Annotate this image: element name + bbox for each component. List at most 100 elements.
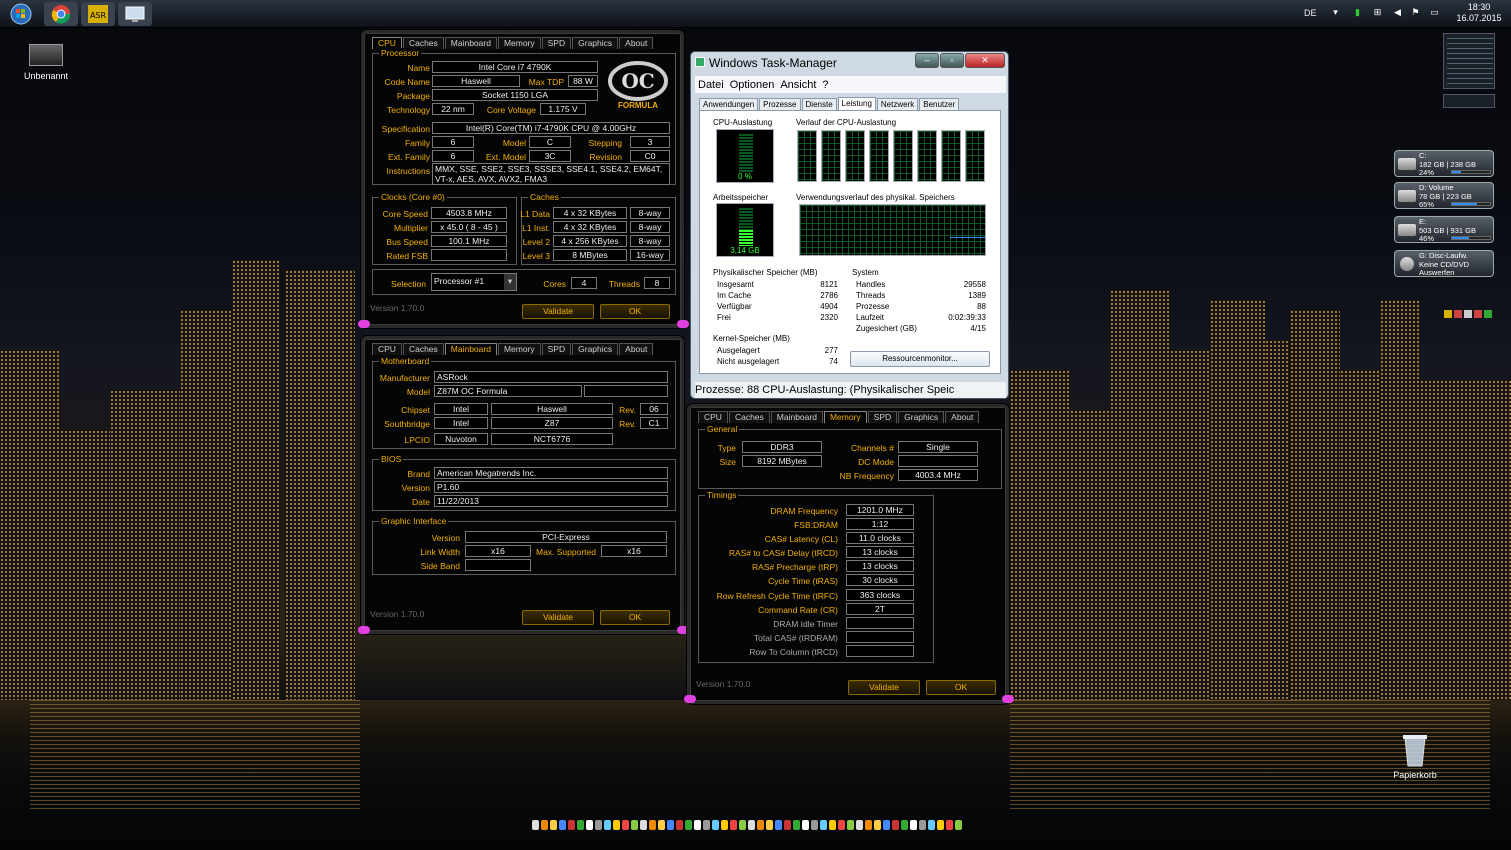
dock-app-icon[interactable] [847, 820, 854, 830]
dock-app-icon[interactable] [748, 820, 755, 830]
dock-app-icon[interactable] [928, 820, 935, 830]
dock-app-icon[interactable] [766, 820, 773, 830]
tab-memory[interactable]: Memory [497, 37, 541, 49]
gadget-icon[interactable] [1454, 310, 1462, 318]
dock-app-icon[interactable] [919, 820, 926, 830]
tab-about[interactable]: About [619, 343, 654, 355]
dock-app-icon[interactable] [586, 820, 593, 830]
drive-gadget-c[interactable]: C: 182 GB | 238 GB 24% [1394, 150, 1494, 177]
start-orb-icon[interactable] [4, 2, 38, 26]
processor-select[interactable]: Processor #1 ▾ [431, 273, 517, 291]
gadget-icon[interactable] [1444, 310, 1452, 318]
dock-app-icon[interactable] [937, 820, 944, 830]
tab-graphics[interactable]: Graphics [898, 411, 945, 423]
tab-graphics[interactable]: Graphics [572, 343, 619, 355]
dock-app-icon[interactable] [541, 820, 548, 830]
gadget-icon[interactable] [1474, 310, 1482, 318]
tab-caches[interactable]: Caches [728, 411, 770, 423]
tab-spd[interactable]: SPD [867, 411, 898, 423]
tab-about[interactable]: About [619, 37, 654, 49]
dock-app-icon[interactable] [721, 820, 728, 830]
dock-app-icon[interactable] [640, 820, 647, 830]
dock-app-icon[interactable] [730, 820, 737, 830]
dock-app-icon[interactable] [694, 820, 701, 830]
chrome-icon[interactable] [44, 2, 78, 26]
tab-graphics[interactable]: Graphics [572, 37, 619, 49]
dock-app-icon[interactable] [865, 820, 872, 830]
desktop-icon-unbenannt[interactable]: Unbenannt [18, 44, 74, 81]
menu-datei[interactable]: Datei [698, 79, 724, 91]
dock-app-icon[interactable] [739, 820, 746, 830]
dock-app-icon[interactable] [955, 820, 962, 830]
dock-app-icon[interactable] [712, 820, 719, 830]
dock-app-icon[interactable] [595, 820, 602, 830]
validate-button[interactable]: Validate [522, 610, 594, 625]
language-indicator[interactable]: DE [1304, 8, 1317, 18]
gadget-icon[interactable] [1484, 310, 1492, 318]
dock-app-icon[interactable] [676, 820, 683, 830]
tab-leistung[interactable]: Leistung [837, 97, 876, 110]
drive-gadget-d[interactable]: D: Volume 78 GB | 223 GB 65% [1394, 182, 1494, 209]
dock-app-icon[interactable] [703, 820, 710, 830]
dock-app-icon[interactable] [793, 820, 800, 830]
dock-app-icon[interactable] [892, 820, 899, 830]
asrock-icon[interactable]: ASR [81, 2, 115, 26]
dock-app-icon[interactable] [775, 820, 782, 830]
chevron-down-icon[interactable]: ▾ [1330, 7, 1341, 18]
validate-button[interactable]: Validate [522, 304, 594, 319]
menu-help[interactable]: ? [822, 79, 828, 91]
dock-app-icon[interactable] [820, 820, 827, 830]
gadget-icon[interactable] [1464, 310, 1472, 318]
resource-monitor-button[interactable]: Ressourcenmonitor... [850, 351, 990, 367]
dock-app-icon[interactable] [649, 820, 656, 830]
dock-app-icon[interactable] [946, 820, 953, 830]
dock-app-icon[interactable] [550, 820, 557, 830]
tab-memory[interactable]: Memory [823, 411, 867, 423]
dock-app-icon[interactable] [685, 820, 692, 830]
tab-spd[interactable]: SPD [541, 37, 572, 49]
tab-caches[interactable]: Caches [402, 343, 444, 355]
volume-icon[interactable]: ◀ [1392, 7, 1403, 18]
dock-app-icon[interactable] [883, 820, 890, 830]
dock-app-icon[interactable] [838, 820, 845, 830]
ok-button[interactable]: OK [926, 680, 996, 695]
gpu-temp-gadget[interactable] [1443, 94, 1495, 108]
drive-gadget-g[interactable]: G: Disc-Laufw. Keine CD/DVD Auswerfen [1394, 250, 1494, 277]
tab-mainboard[interactable]: Mainboard [444, 37, 497, 49]
dock-app-icon[interactable] [613, 820, 620, 830]
dock-app-icon[interactable] [784, 820, 791, 830]
dock-app-icon[interactable] [532, 820, 539, 830]
drive-gadget-e[interactable]: E: 503 GB | 931 GB 46% [1394, 216, 1494, 243]
dock-app-icon[interactable] [667, 820, 674, 830]
maximize-button[interactable]: ▫ [940, 53, 964, 68]
cpu-meter-gadget[interactable] [1443, 33, 1495, 89]
dock-app-icon[interactable] [856, 820, 863, 830]
battery-icon[interactable]: ▮ [1352, 7, 1363, 18]
tab-cpu[interactable]: CPU [372, 343, 402, 355]
tab-mainboard[interactable]: Mainboard [444, 343, 497, 355]
menu-ansicht[interactable]: Ansicht [780, 79, 816, 91]
dock-app-icon[interactable] [658, 820, 665, 830]
monitor-app-icon[interactable] [118, 2, 152, 26]
dock-app-icon[interactable] [802, 820, 809, 830]
dock-app-icon[interactable] [811, 820, 818, 830]
tab-about[interactable]: About [945, 411, 980, 423]
dock-app-icon[interactable] [604, 820, 611, 830]
dock-app-icon[interactable] [757, 820, 764, 830]
ok-button[interactable]: OK [600, 610, 670, 625]
dock-app-icon[interactable] [568, 820, 575, 830]
tab-mainboard[interactable]: Mainboard [770, 411, 823, 423]
dock-app-icon[interactable] [631, 820, 638, 830]
menu-optionen[interactable]: Optionen [730, 79, 775, 91]
dock-app-icon[interactable] [910, 820, 917, 830]
dock-app-icon[interactable] [874, 820, 881, 830]
action-center-flag-icon[interactable]: ⚑ [1410, 7, 1421, 18]
dock-app-icon[interactable] [559, 820, 566, 830]
dock-app-icon[interactable] [901, 820, 908, 830]
dock-app-icon[interactable] [829, 820, 836, 830]
windows-flag-icon[interactable]: ⊞ [1372, 7, 1383, 18]
close-button[interactable]: ✕ [965, 53, 1005, 68]
validate-button[interactable]: Validate [848, 680, 920, 695]
eject-link[interactable]: Auswerfen [1419, 268, 1469, 278]
ok-button[interactable]: OK [600, 304, 670, 319]
